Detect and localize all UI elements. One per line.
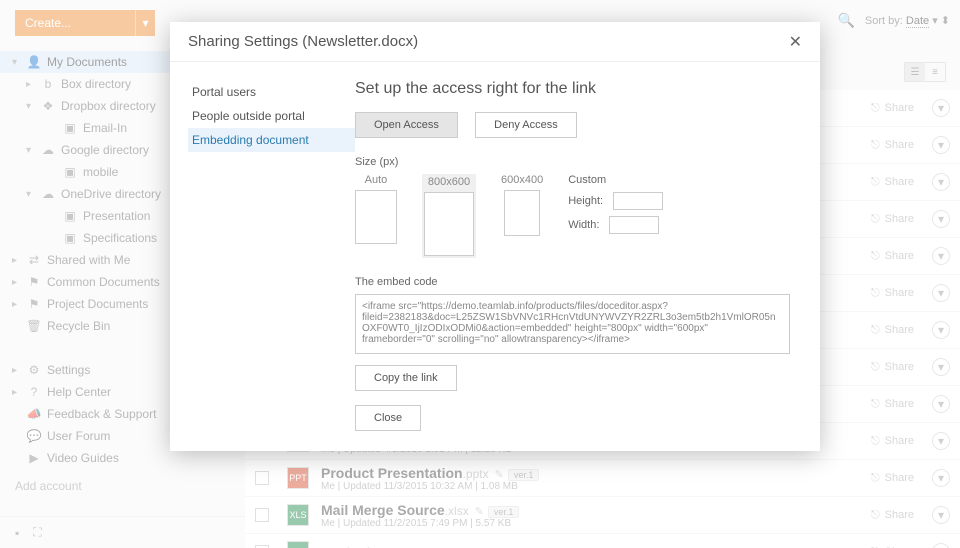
close-button[interactable]: Close [355, 405, 421, 431]
size-option-600x400[interactable]: 600x400 [501, 174, 543, 236]
sharing-settings-modal: Sharing Settings (Newsletter.docx) ✕ Por… [170, 22, 820, 451]
modal-title: Sharing Settings (Newsletter.docx) [188, 33, 418, 50]
modal-header: Sharing Settings (Newsletter.docx) ✕ [170, 22, 820, 62]
size-options: Auto 800x600 600x400 Custom Height: Widt… [355, 174, 790, 258]
embed-code-box[interactable] [355, 294, 790, 354]
copy-link-button[interactable]: Copy the link [355, 365, 457, 391]
height-label: Height: [568, 195, 603, 207]
embed-label: The embed code [355, 276, 790, 288]
custom-size: Custom Height: Width: [568, 174, 663, 240]
close-icon[interactable]: ✕ [789, 32, 802, 52]
tab-embedding[interactable]: Embedding document [188, 128, 355, 152]
custom-label: Custom [568, 174, 663, 186]
modal-main: Set up the access right for the link Ope… [355, 62, 820, 451]
modal-heading: Set up the access right for the link [355, 80, 790, 98]
size-option-auto[interactable]: Auto [355, 174, 397, 244]
size-label: Size (px) [355, 156, 790, 168]
open-access-button[interactable]: Open Access [355, 112, 458, 138]
modal-sidebar: Portal users People outside portal Embed… [170, 62, 355, 451]
width-label: Width: [568, 219, 599, 231]
width-input[interactable] [609, 216, 659, 234]
tab-portal-users[interactable]: Portal users [188, 80, 355, 104]
height-input[interactable] [613, 192, 663, 210]
tab-outside-portal[interactable]: People outside portal [188, 104, 355, 128]
size-option-800x600[interactable]: 800x600 [422, 174, 476, 258]
deny-access-button[interactable]: Deny Access [475, 112, 577, 138]
